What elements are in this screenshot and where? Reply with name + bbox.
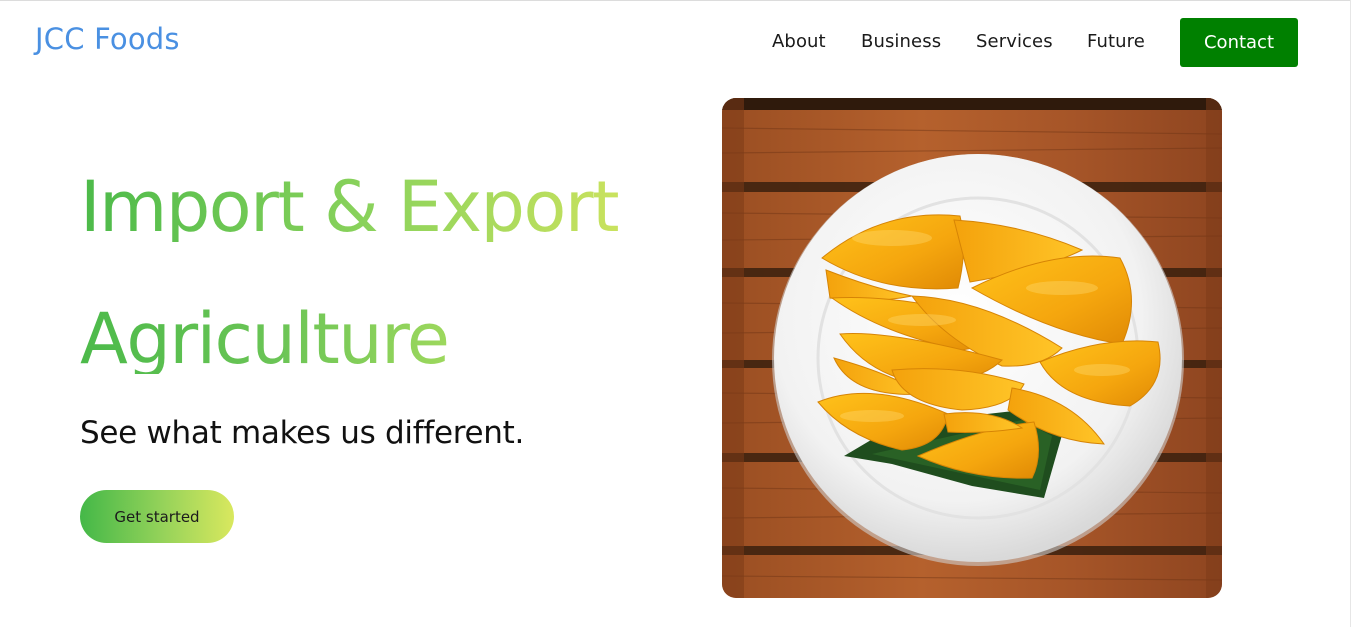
hero-subtitle: See what makes us different. [80,415,525,451]
nav-link-future[interactable]: Future [1087,31,1145,52]
hero-title-line-1: Import & Export [80,166,620,248]
top-border [0,0,1351,1]
nav-link-services[interactable]: Services [976,31,1053,52]
nav-link-about[interactable]: About [772,31,826,52]
get-started-button[interactable]: Get started [80,490,234,543]
main-nav: About Business Services Future [0,18,1351,67]
hero-title-line-2: Agriculture [80,298,450,380]
hero-image-mango-plate [722,98,1222,598]
contact-button[interactable]: Contact [1180,18,1298,67]
nav-link-business[interactable]: Business [861,31,941,52]
